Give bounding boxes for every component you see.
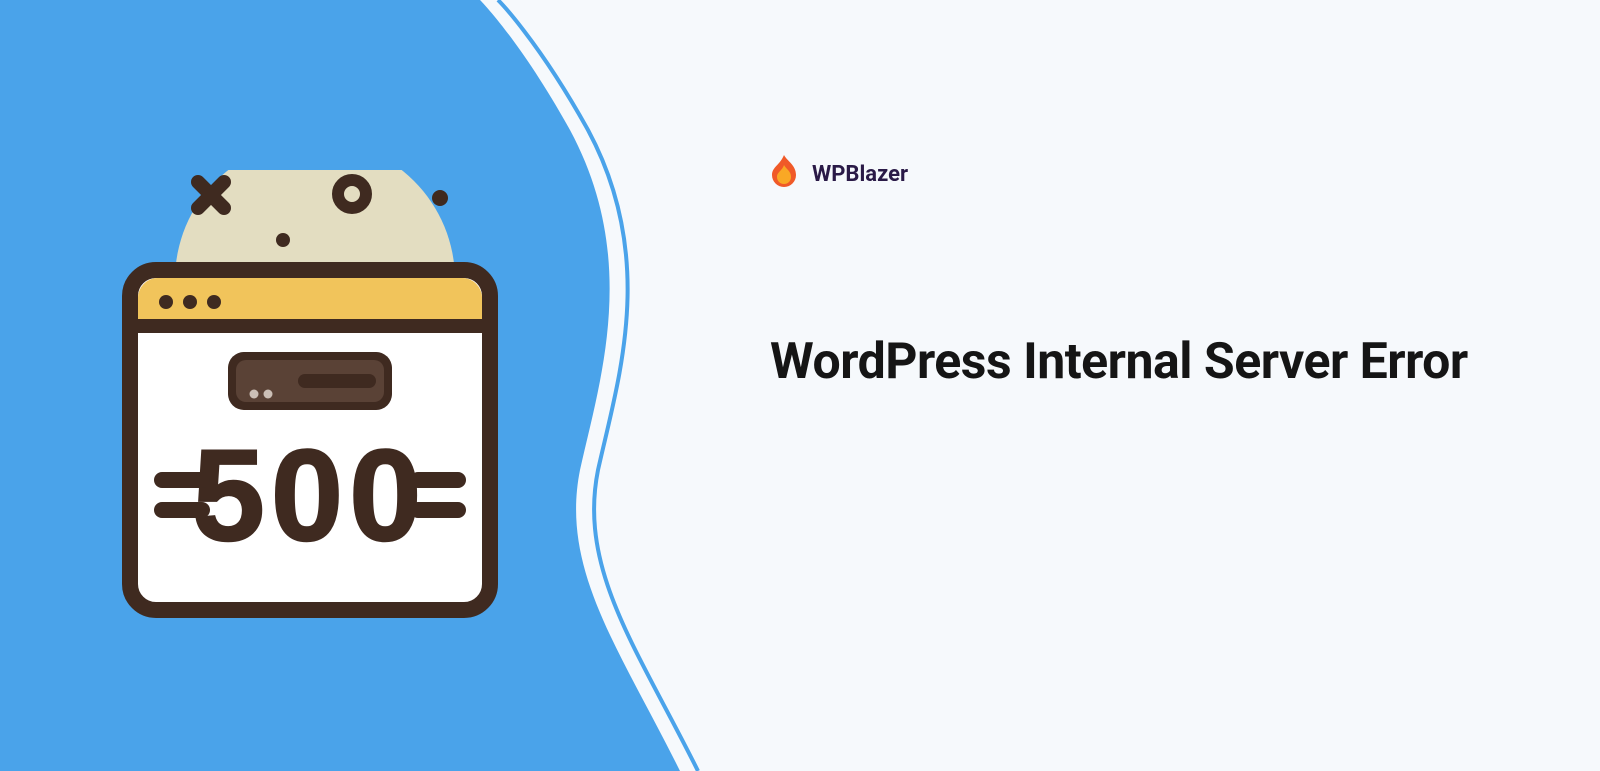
error-code: 500: [193, 422, 428, 568]
svg-text:500: 500: [193, 422, 428, 568]
error-500-illustration: 500: [120, 170, 500, 630]
page: 500 WPBlazer WordPress Internal Server E…: [0, 0, 1600, 771]
flame-icon: [770, 155, 798, 193]
brand-name: WPBlazer: [812, 162, 908, 187]
brand: WPBlazer: [770, 155, 908, 193]
page-title: WordPress Internal Server Error: [770, 330, 1530, 395]
